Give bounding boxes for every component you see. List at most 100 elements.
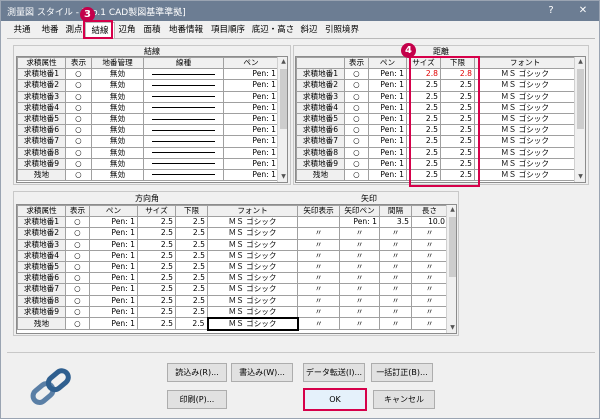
size-cell[interactable]: 2.5	[137, 283, 176, 296]
bulk-fix-button[interactable]: 一括訂正(B)...	[371, 363, 433, 382]
arrow-pen-cell[interactable]: 〃	[339, 272, 380, 285]
linetype-cell[interactable]	[143, 146, 224, 159]
lower-limit-cell[interactable]: 2.5	[175, 294, 208, 307]
pen-cell[interactable]: Pen: 1	[89, 305, 138, 319]
arrow-length-cell[interactable]: 〃	[411, 227, 448, 240]
scroll-thumb[interactable]	[449, 217, 456, 277]
show-cell[interactable]: ○	[65, 146, 92, 159]
pen-cell[interactable]: Pen: 1	[368, 90, 407, 103]
size-cell[interactable]: 2.5	[137, 260, 176, 274]
pen-cell[interactable]: Pen: 1	[223, 146, 279, 159]
pen-cell[interactable]: Pen: 1	[368, 168, 407, 182]
linetype-cell[interactable]	[143, 124, 224, 137]
show-cell[interactable]: ○	[65, 90, 92, 103]
font-cell[interactable]: ＭＳ ゴシック	[474, 124, 576, 137]
font-cell[interactable]: ＭＳ ゴシック	[207, 238, 298, 251]
font-cell[interactable]: ＭＳ ゴシック	[207, 249, 298, 262]
linetype-cell[interactable]	[143, 68, 224, 81]
arrow-length-cell[interactable]: 〃	[411, 294, 448, 307]
kyori-scrollbar[interactable]: ▲ ▼	[574, 57, 585, 182]
font-cell[interactable]: ＭＳ ゴシック	[207, 283, 298, 296]
data-transfer-button[interactable]: データ転送(I)...	[303, 363, 365, 382]
show-cell[interactable]: ○	[65, 272, 90, 285]
table-row[interactable]: 求積地番4 ○ Pen: 1 2.5 2.5 ＭＳ ゴシック〃〃〃〃	[17, 249, 448, 262]
table-row[interactable]: 求積地番5 ○ Pen: 1 2.5 2.5 ＭＳ ゴシック〃〃〃〃	[17, 260, 448, 274]
linetype-cell[interactable]	[143, 79, 224, 92]
pen-cell[interactable]: Pen: 1	[89, 294, 138, 307]
arrow-gap-cell[interactable]: 3.5	[379, 216, 412, 229]
table-row[interactable]: 求積地番5 ○ 無効 Pen: 1	[17, 112, 279, 126]
load-button[interactable]: 読込み(R)...	[167, 363, 227, 382]
size-cell[interactable]: 2.5	[137, 317, 176, 331]
arrow-show-cell[interactable]: 〃	[297, 227, 340, 240]
arrow-show-cell[interactable]: 〃	[297, 317, 340, 331]
lower-limit-cell[interactable]: 2.5	[175, 305, 208, 319]
tab-sokuten[interactable]: 測点	[63, 22, 85, 38]
show-cell[interactable]: ○	[65, 101, 92, 114]
table-row[interactable]: 求積地番4 ○ 無効 Pen: 1	[17, 101, 279, 114]
arrow-gap-cell[interactable]: 〃	[379, 305, 412, 319]
arrow-length-cell[interactable]: 〃	[411, 260, 448, 274]
font-cell[interactable]: ＭＳ ゴシック	[474, 68, 576, 81]
lower-limit-cell[interactable]: 2.5	[175, 260, 208, 274]
show-cell[interactable]: ○	[65, 227, 90, 240]
cancel-button[interactable]: キャンセル	[373, 390, 435, 409]
pen-cell[interactable]: Pen: 1	[223, 112, 279, 126]
show-cell[interactable]: ○	[65, 249, 90, 262]
pen-cell[interactable]: Pen: 1	[223, 168, 279, 182]
arrow-length-cell[interactable]: 〃	[411, 272, 448, 285]
table-row[interactable]: 求積地番8 ○ 無効 Pen: 1	[17, 146, 279, 159]
arrow-gap-cell[interactable]: 〃	[379, 272, 412, 285]
show-cell[interactable]: ○	[65, 317, 90, 331]
pen-cell[interactable]: Pen: 1	[223, 124, 279, 137]
mgmt-cell[interactable]: 無効	[91, 90, 144, 103]
tab-henkaku[interactable]: 辺角	[116, 22, 138, 38]
pen-cell[interactable]: Pen: 1	[368, 101, 407, 114]
pen-cell[interactable]: Pen: 1	[223, 135, 279, 148]
table-row[interactable]: 残地 ○ 無効 Pen: 1	[17, 168, 279, 182]
pen-cell[interactable]: Pen: 1	[368, 68, 407, 81]
arrow-pen-cell[interactable]: 〃	[339, 294, 380, 307]
lower-limit-cell[interactable]: 2.5	[175, 227, 208, 240]
arrow-gap-cell[interactable]: 〃	[379, 238, 412, 251]
lower-limit-cell[interactable]: 2.5	[175, 272, 208, 285]
font-cell[interactable]: ＭＳ ゴシック	[206, 316, 299, 331]
show-cell[interactable]: ○	[344, 79, 369, 92]
font-cell[interactable]: ＭＳ ゴシック	[207, 305, 298, 319]
show-cell[interactable]: ○	[344, 112, 369, 126]
mgmt-cell[interactable]: 無効	[91, 68, 144, 81]
show-cell[interactable]: ○	[65, 216, 90, 229]
linetype-cell[interactable]	[143, 90, 224, 103]
tab-insho-kyokai[interactable]: 引照境界	[322, 22, 362, 38]
save-button[interactable]: 書込み(W)...	[231, 363, 293, 382]
linetype-cell[interactable]	[143, 101, 224, 114]
arrow-length-cell[interactable]: 〃	[411, 317, 448, 331]
pen-cell[interactable]: Pen: 1	[89, 249, 138, 262]
size-cell[interactable]: 2.5	[137, 249, 176, 262]
pen-cell[interactable]: Pen: 1	[368, 146, 407, 159]
lower-limit-cell[interactable]: 2.5	[175, 283, 208, 296]
font-cell[interactable]: ＭＳ ゴシック	[474, 112, 576, 126]
tab-chiban-info[interactable]: 地番情報	[166, 22, 206, 38]
help-button[interactable]: ?	[537, 1, 565, 21]
scroll-thumb[interactable]	[577, 69, 584, 129]
linetype-cell[interactable]	[143, 112, 224, 126]
arrow-show-cell[interactable]	[297, 216, 340, 229]
arrow-length-cell[interactable]: 〃	[411, 283, 448, 296]
show-cell[interactable]: ○	[344, 146, 369, 159]
arrow-pen-cell[interactable]: 〃	[339, 227, 380, 240]
lower-limit-cell[interactable]: 2.5	[175, 249, 208, 262]
show-cell[interactable]: ○	[65, 124, 92, 137]
arrow-length-cell[interactable]: 〃	[411, 238, 448, 251]
font-cell[interactable]: ＭＳ ゴシック	[474, 168, 576, 182]
mgmt-cell[interactable]: 無効	[91, 124, 144, 137]
arrow-show-cell[interactable]: 〃	[297, 238, 340, 251]
arrow-length-cell[interactable]: 〃	[411, 305, 448, 319]
font-cell[interactable]: ＭＳ ゴシック	[207, 272, 298, 285]
mgmt-cell[interactable]: 無効	[91, 168, 144, 182]
ok-button[interactable]: OK	[303, 388, 367, 411]
arrow-gap-cell[interactable]: 〃	[379, 249, 412, 262]
mgmt-cell[interactable]: 無効	[91, 135, 144, 148]
pen-cell[interactable]: Pen: 1	[89, 283, 138, 296]
font-cell[interactable]: ＭＳ ゴシック	[474, 146, 576, 159]
